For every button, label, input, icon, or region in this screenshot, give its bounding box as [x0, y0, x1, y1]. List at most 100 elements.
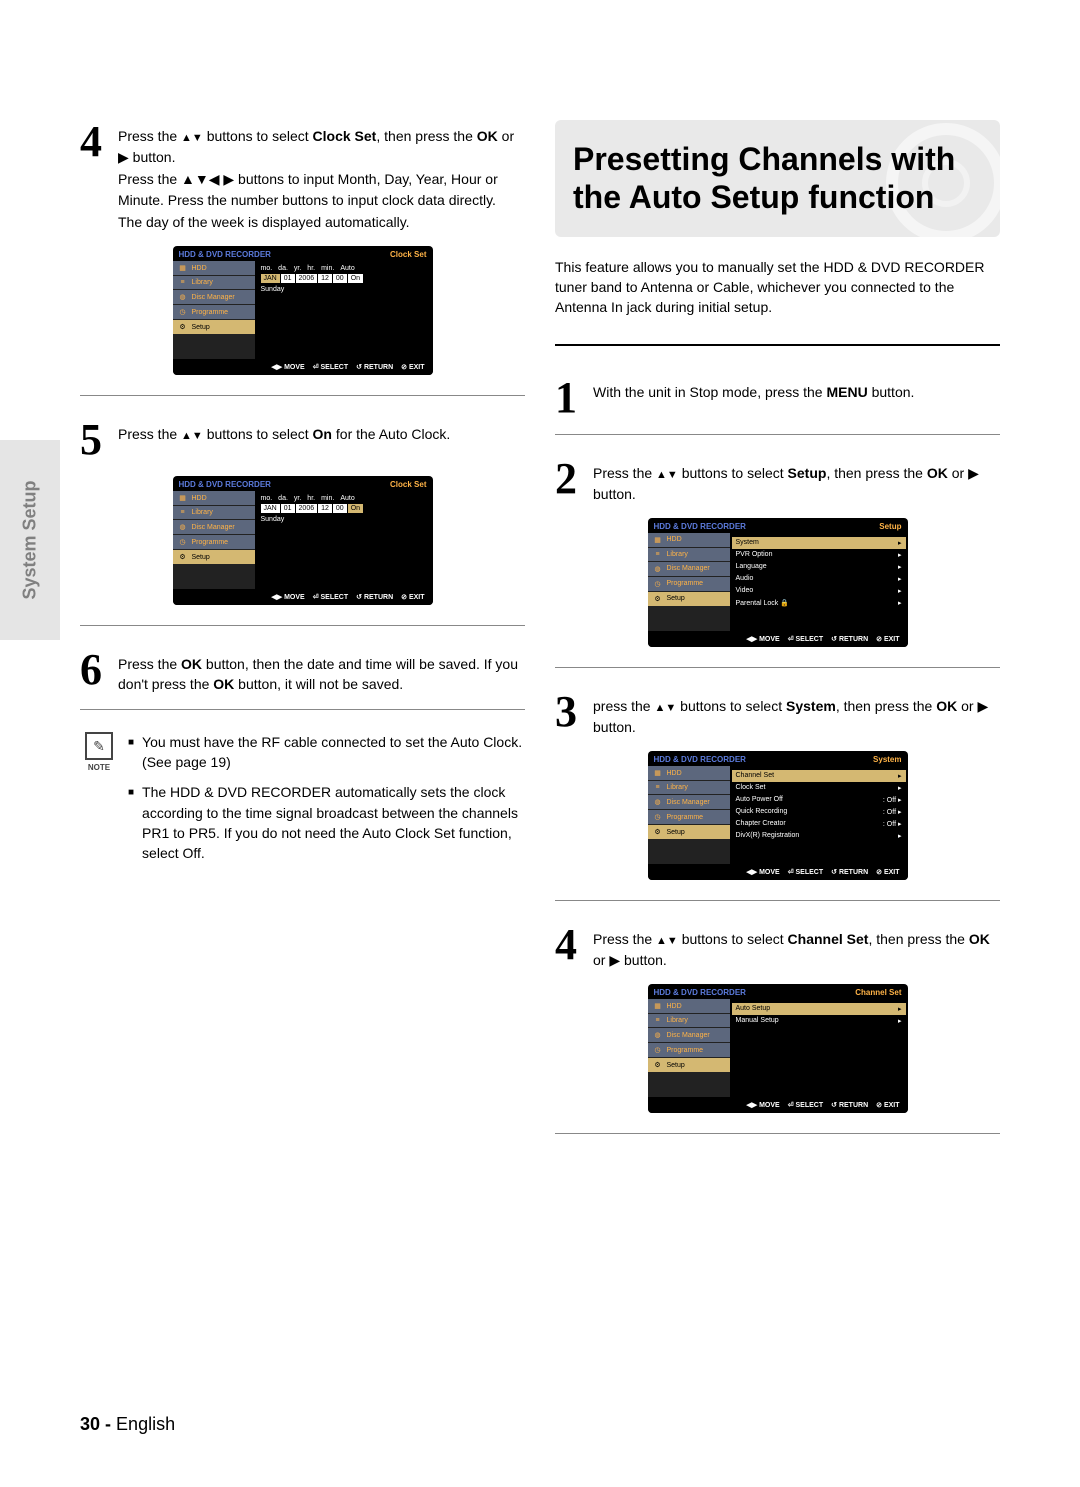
divider — [555, 344, 1000, 346]
c: JAN — [261, 274, 280, 283]
menu-item: Manual Setup — [736, 1017, 779, 1025]
side-tab-label: System Setup — [20, 480, 41, 599]
prog-icon: ◷ — [178, 308, 188, 316]
txt: , then press the — [836, 698, 936, 714]
txt: button. — [868, 384, 915, 400]
txt: , then press the — [376, 128, 476, 144]
osd-system: HDD & DVD RECORDERSystem ▦HDD ≡Library ◍… — [648, 751, 908, 880]
note-icon: ✎ — [85, 732, 113, 760]
note-label: NOTE — [80, 762, 118, 774]
right-column: Presetting Channels with the Auto Setup … — [555, 120, 1000, 1156]
note-badge: ✎ NOTE — [80, 732, 118, 874]
step-number: 4 — [555, 923, 585, 970]
c: 00 — [333, 274, 347, 283]
menu-item: Quick Recording — [736, 808, 788, 816]
txt: for the Auto Clock. — [332, 426, 450, 442]
txt: , then press the — [826, 465, 926, 481]
page-footer: 30 - English — [80, 1414, 175, 1435]
txt: buttons to select — [676, 698, 786, 714]
bold: Setup — [788, 465, 827, 481]
menu-item: Auto Setup — [736, 1005, 771, 1013]
h: da. — [278, 265, 288, 272]
osd-channel-set: HDD & DVD RECORDERChannel Set ▦HDD ≡Libr… — [648, 984, 908, 1113]
h: min. — [321, 265, 334, 272]
txt: Press the — [118, 426, 181, 442]
txt: Press the — [118, 656, 181, 672]
txt: With the unit in Stop mode, press the — [593, 384, 826, 400]
osd-setup: HDD & DVD RECORDERSetup ▦HDD ≡Library ◍D… — [648, 518, 908, 647]
c: 01 — [281, 274, 295, 283]
bold: OK — [181, 656, 202, 672]
bold: Channel Set — [788, 931, 869, 947]
intro-text: This feature allows you to manually set … — [555, 257, 1000, 318]
left-step-6: 6 Press the OK button, then the date and… — [80, 648, 525, 695]
library-icon: ≡ — [178, 279, 188, 286]
step-number: 5 — [80, 418, 110, 462]
lbl: Disc Manager — [192, 294, 235, 301]
osd-side-disc: ◍Disc Manager — [173, 290, 255, 304]
osd-title: HDD & DVD RECORDER — [179, 250, 271, 259]
h: mo. — [261, 265, 273, 272]
page-number: 30 - — [80, 1414, 111, 1434]
osd-side-hdd: ▦HDD — [173, 261, 255, 275]
bullet-icon: ■ — [128, 732, 134, 773]
step-number: 2 — [555, 457, 585, 504]
osd-side-library: ≡ Library — [173, 276, 255, 289]
osd-side-hdd: ▦HDD — [173, 491, 255, 505]
txt: , then press the — [868, 931, 968, 947]
bold: System — [786, 698, 836, 714]
txt: buttons to select — [203, 128, 313, 144]
osd-side-programme: ◷Programme — [173, 535, 255, 549]
divider — [80, 625, 525, 626]
select-icon: ⏎ SELECT — [313, 363, 348, 371]
lbl: Library — [192, 279, 213, 286]
bold: MENU — [826, 384, 867, 400]
h: Auto — [340, 265, 354, 272]
bold: OK — [936, 698, 957, 714]
up-down-icon: ▲▼ — [656, 469, 678, 481]
bold: On — [313, 426, 332, 442]
osd-clockset-1: HDD & DVD RECORDER Clock Set ▦HDD ≡Libra… — [173, 246, 433, 375]
menu-item: Parental Lock — [736, 600, 779, 607]
lbl: HDD — [192, 265, 207, 272]
lbl: Programme — [192, 309, 229, 316]
c: 2006 — [296, 274, 318, 283]
right-step-1: 1 With the unit in Stop mode, press the … — [555, 376, 1000, 420]
menu-item: Channel Set — [736, 772, 775, 780]
left-step-5: 5 Press the ▲▼ buttons to select On for … — [80, 418, 525, 462]
osd-side-setup: ⚙Setup — [173, 550, 255, 564]
page-language: English — [116, 1414, 175, 1434]
txt: or ▶ button. — [593, 952, 667, 968]
menu-item: Audio — [736, 575, 754, 583]
step-number: 4 — [80, 120, 110, 232]
bullet-icon: ■ — [128, 782, 134, 863]
divider — [555, 1133, 1000, 1134]
up-down-icon: ▲▼ — [181, 132, 203, 144]
left-column: 4 Press the ▲▼ buttons to select Clock S… — [80, 120, 525, 1156]
return-icon: ↺ RETURN — [356, 363, 393, 371]
menu-item: Language — [736, 563, 767, 571]
bold: OK — [927, 465, 948, 481]
divider — [555, 434, 1000, 435]
txt: button, it will not be saved. — [234, 676, 403, 692]
txt: press the — [593, 698, 654, 714]
txt: Press the ▲▼◀ ▶ buttons to input Month, … — [118, 169, 525, 210]
txt: The day of the week is displayed automat… — [118, 212, 525, 232]
lbl: Setup — [192, 324, 210, 331]
osd-side-disc: ◍Disc Manager — [173, 520, 255, 534]
side-tab-system-setup: System Setup — [0, 440, 60, 640]
menu-item: DivX(R) Registration — [736, 832, 800, 840]
osd-clockset-2: HDD & DVD RECORDER Clock Set ▦HDD ≡Libra… — [173, 476, 433, 605]
gear-icon: ⚙ — [178, 323, 188, 331]
bold: OK — [477, 128, 498, 144]
bold: OK — [969, 931, 990, 947]
right-step-3: 3 press the ▲▼ buttons to select System,… — [555, 690, 1000, 737]
txt: Press the — [118, 128, 181, 144]
lock-icon: 🔒 — [780, 600, 789, 607]
osd-side-library: ≡Library — [173, 506, 255, 519]
up-down-icon: ▲▼ — [181, 430, 203, 442]
txt: buttons to select — [678, 931, 788, 947]
menu-item: Chapter Creator — [736, 820, 786, 828]
move-icon: ◀▶ MOVE — [271, 363, 304, 371]
menu-item: System — [736, 539, 759, 547]
